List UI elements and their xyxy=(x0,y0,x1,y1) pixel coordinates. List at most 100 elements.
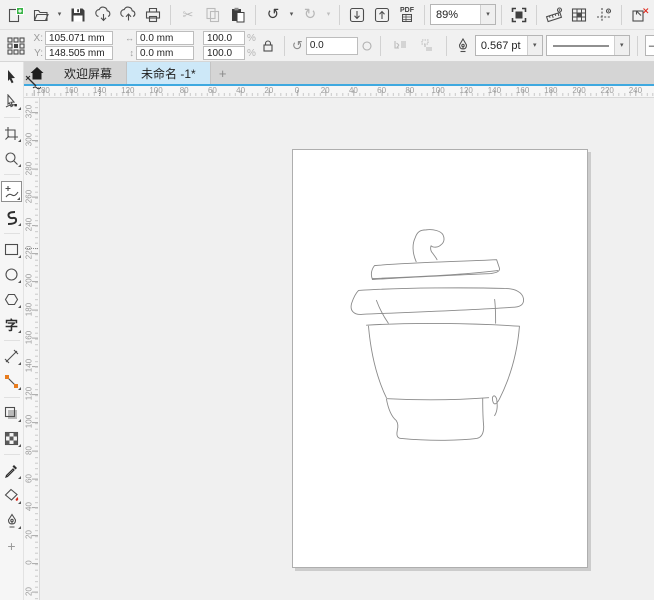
toolbox-separator xyxy=(4,397,20,398)
horizontal-ruler[interactable]: 1801601401201008060402002040608010012014… xyxy=(24,86,654,98)
scale-x-input[interactable]: 100.0 xyxy=(203,31,245,45)
lock-ratio-button[interactable] xyxy=(259,34,277,58)
zoom-level-combo[interactable]: 89% ▾ xyxy=(430,4,496,25)
tab-welcome-label: 欢迎屏幕 xyxy=(64,65,112,82)
artistic-media-tool[interactable] xyxy=(1,208,22,227)
add-tool-button[interactable]: + xyxy=(1,536,22,555)
toolbar-separator xyxy=(501,5,502,25)
percent-label: % xyxy=(247,33,256,44)
tab-welcome-screen[interactable]: 欢迎屏幕 xyxy=(50,62,127,84)
object-position-icon xyxy=(4,34,28,58)
shape-tool[interactable] xyxy=(1,92,22,111)
outline-width-value: 0.567 pt xyxy=(476,40,527,52)
open-button[interactable] xyxy=(29,3,53,27)
transparency-tool[interactable] xyxy=(1,429,22,448)
freehand-sketch[interactable] xyxy=(293,150,587,567)
mirror-vertical-button xyxy=(415,34,439,58)
y-label: Y: xyxy=(31,48,43,59)
fullscreen-preview-button[interactable] xyxy=(507,3,531,27)
document-tab-bar: 欢迎屏幕 未命名 -1* + xyxy=(24,62,654,84)
import-button[interactable] xyxy=(345,3,369,27)
propbar-separator xyxy=(284,36,285,56)
scale-fields: 100.0 % 100.0 % xyxy=(203,31,256,60)
rectangle-tool[interactable] xyxy=(1,240,22,259)
x-position-input[interactable]: 105.071 mm xyxy=(45,31,113,45)
rotation-center-icon xyxy=(361,40,373,52)
color-eyedropper-tool[interactable] xyxy=(1,461,22,480)
outline-width-combo[interactable]: 0.567 pt ▾ xyxy=(475,35,543,56)
height-input[interactable]: 0.0 mm xyxy=(136,46,194,60)
line-style-sample xyxy=(547,40,614,52)
toolbox-separator xyxy=(4,454,20,455)
line-ending-combo[interactable]: — ▾ xyxy=(645,35,654,56)
mirror-horizontal-button xyxy=(388,34,412,58)
save-button[interactable] xyxy=(66,3,90,27)
rotation-group: ↺ 0.0 xyxy=(292,37,373,55)
pick-tool[interactable] xyxy=(1,67,22,86)
save-to-cloud-button[interactable] xyxy=(116,3,140,27)
outline-width-dropdown[interactable]: ▾ xyxy=(527,36,542,55)
y-position-input[interactable]: 148.505 mm xyxy=(45,46,113,60)
snap-toggle-button[interactable]: × xyxy=(627,3,651,27)
drawing-page[interactable] xyxy=(292,149,588,568)
show-grid-button[interactable] xyxy=(567,3,591,27)
outline-pen-tool[interactable] xyxy=(1,511,22,530)
propbar-separator xyxy=(637,36,638,56)
propbar-separator xyxy=(446,36,447,56)
toolbox-separator xyxy=(4,233,20,234)
crop-tool[interactable] xyxy=(1,124,22,143)
ellipse-tool[interactable] xyxy=(1,265,22,284)
toolbar-separator xyxy=(536,5,537,25)
new-document-button[interactable] xyxy=(4,3,28,27)
property-bar: X: 105.071 mm Y: 148.505 mm ↔ 0.0 mm ↕ 0… xyxy=(0,30,654,62)
x-label: X: xyxy=(31,33,43,44)
drawing-workspace[interactable] xyxy=(40,98,654,600)
toolbar-separator xyxy=(339,5,340,25)
zoom-level-dropdown[interactable]: ▾ xyxy=(480,5,495,24)
redo-button: ↻ xyxy=(298,3,322,27)
height-icon: ↕ xyxy=(122,48,134,58)
width-input[interactable]: 0.0 mm xyxy=(136,31,194,45)
toolbar-separator xyxy=(255,5,256,25)
new-tab-button[interactable]: + xyxy=(211,62,235,84)
copy-button xyxy=(201,3,225,27)
standard-toolbar: ▾ ✂ ↺ ▾ ↻ ▾ PDF 89% ▾ xyxy=(0,0,654,30)
parallel-dimension-tool[interactable] xyxy=(1,347,22,366)
vertical-ruler[interactable]: 3203002802602402202001801601401201008060… xyxy=(24,98,40,600)
line-style-combo[interactable]: ▾ xyxy=(546,35,630,56)
paste-button[interactable] xyxy=(226,3,250,27)
toolbar-separator xyxy=(621,5,622,25)
main-area: 字 + 欢迎屏 xyxy=(0,62,654,600)
zoom-level-value: 89% xyxy=(431,9,480,21)
object-position-fields: X: 105.071 mm Y: 148.505 mm xyxy=(31,31,113,60)
toolbar-separator xyxy=(424,5,425,25)
toolbar-separator xyxy=(170,5,171,25)
interactive-fill-tool[interactable] xyxy=(1,486,22,505)
show-rulers-button[interactable] xyxy=(542,3,566,27)
zoom-tool[interactable] xyxy=(1,149,22,168)
polygon-tool[interactable] xyxy=(1,290,22,309)
undo-dropdown[interactable]: ▾ xyxy=(286,4,297,26)
tab-document[interactable]: 未命名 -1* xyxy=(127,62,211,84)
redo-dropdown: ▾ xyxy=(323,4,334,26)
drop-shadow-tool[interactable] xyxy=(1,404,22,423)
mouse-cursor-icon xyxy=(25,75,41,92)
line-style-dropdown[interactable]: ▾ xyxy=(614,36,629,55)
show-guidelines-button[interactable] xyxy=(592,3,616,27)
propbar-separator xyxy=(380,36,381,56)
text-tool[interactable]: 字 xyxy=(1,315,22,334)
freehand-tool[interactable] xyxy=(1,181,22,202)
export-button[interactable] xyxy=(370,3,394,27)
open-from-cloud-button[interactable] xyxy=(91,3,115,27)
cut-button: ✂ xyxy=(176,3,200,27)
width-icon: ↔ xyxy=(122,33,134,43)
rotation-angle-input[interactable]: 0.0 xyxy=(306,37,358,55)
toolbox: 字 + xyxy=(0,62,24,600)
connector-tool[interactable] xyxy=(1,372,22,391)
scale-y-input[interactable]: 100.0 xyxy=(203,46,245,60)
undo-button[interactable]: ↺ xyxy=(261,3,285,27)
publish-pdf-button[interactable]: PDF xyxy=(395,3,419,27)
toolbox-separator xyxy=(4,174,20,175)
print-button[interactable] xyxy=(141,3,165,27)
open-dropdown[interactable]: ▾ xyxy=(54,4,65,26)
